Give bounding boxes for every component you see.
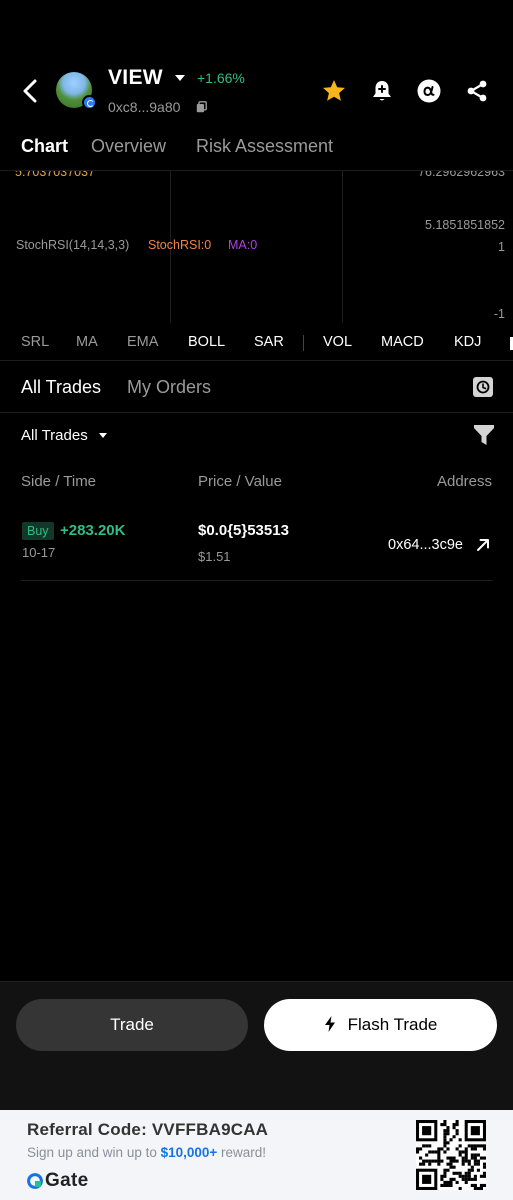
indicator-vol[interactable]: VOL — [323, 334, 352, 350]
stochrsi-value: StochRSI:0 — [148, 238, 212, 252]
stochrsi-label: StochRSI(14,14,3,3) — [16, 238, 130, 252]
alpha-icon[interactable] — [416, 78, 442, 104]
external-link-icon[interactable] — [476, 538, 490, 552]
indicator-bar: SRL MA EMA BOLL SAR VOL MACD KDJ — [0, 323, 513, 361]
trade-button-label: Trade — [110, 1015, 154, 1034]
trade-amount: +283.20K — [60, 522, 126, 539]
grid-line — [342, 171, 343, 323]
trader-address[interactable]: 0x64...3c9e — [388, 537, 463, 553]
trade-price: $0.0{5}53513 — [198, 522, 289, 539]
indicator-ema[interactable]: EMA — [127, 334, 158, 350]
indicator-chart[interactable]: 5.7037037037 76.2962962963 5.1851851852 … — [0, 171, 513, 323]
axis-value-mid: 5.1851851852 — [425, 218, 505, 232]
contract-address: 0xc8...9a80 — [108, 99, 181, 115]
flash-trade-button-label: Flash Trade — [347, 1015, 438, 1034]
lightning-icon — [324, 1016, 335, 1032]
indicator-sar[interactable]: SAR — [254, 334, 284, 350]
chain-badge-icon — [82, 95, 97, 110]
column-address: Address — [436, 473, 492, 490]
chevron-down-icon[interactable] — [175, 75, 185, 81]
column-price-value: Price / Value — [198, 473, 282, 490]
tab-overview[interactable]: Overview — [91, 136, 166, 157]
referral-amount: $10,000+ — [160, 1145, 218, 1160]
copy-icon[interactable] — [196, 101, 207, 113]
trade-value: $1.51 — [198, 549, 231, 564]
referral-text-before: Sign up and win up to — [27, 1145, 161, 1160]
bell-plus-icon[interactable] — [369, 78, 395, 104]
divider — [303, 335, 304, 351]
divider — [0, 412, 513, 413]
chart-top-right-value: 76.2962962963 — [418, 171, 505, 179]
tab-chart[interactable]: Chart — [21, 136, 68, 157]
trade-filter-dropdown[interactable]: All Trades — [21, 427, 88, 444]
tab-all-trades[interactable]: All Trades — [21, 377, 101, 398]
indicator-kdj[interactable]: KDJ — [454, 334, 481, 350]
indicator-srl[interactable]: SRL — [21, 334, 49, 350]
indicator-boll[interactable]: BOLL — [188, 334, 225, 350]
ma-value: MA:0 — [228, 238, 258, 252]
referral-text: Sign up and win up to $10,000+ reward! — [27, 1145, 266, 1160]
star-icon[interactable] — [321, 78, 347, 104]
side-badge: Buy — [22, 522, 54, 540]
indicator-ma[interactable]: MA — [76, 334, 98, 350]
chart-top-left-value: 5.7037037037 — [15, 171, 95, 179]
chevron-down-icon[interactable] — [99, 433, 107, 438]
tab-risk-assessment[interactable]: Risk Assessment — [196, 136, 333, 157]
tab-my-orders[interactable]: My Orders — [127, 377, 211, 398]
indicator-macd[interactable]: MACD — [381, 334, 424, 350]
axis-value-neg-one: -1 — [493, 307, 505, 321]
qr-code — [416, 1120, 486, 1190]
column-side-time: Side / Time — [21, 473, 97, 490]
trade-button[interactable]: Trade — [16, 999, 248, 1051]
back-arrow-icon[interactable] — [18, 76, 44, 106]
gate-wordmark: Gate — [45, 1170, 89, 1191]
flash-trade-button[interactable]: Flash Trade — [264, 999, 497, 1051]
token-ticker[interactable]: VIEW — [108, 66, 163, 90]
share-icon[interactable] — [464, 78, 490, 104]
axis-value-one: 1 — [498, 240, 505, 254]
price-change: +1.66% — [197, 70, 245, 86]
history-icon[interactable] — [472, 376, 494, 398]
gate-mark-icon — [27, 1173, 43, 1189]
trade-date: 10-17 — [22, 545, 56, 560]
filter-icon[interactable] — [473, 423, 495, 447]
referral-code: Referral Code: VVFFBA9CAA — [27, 1120, 269, 1139]
referral-text-after: reward! — [217, 1145, 267, 1160]
